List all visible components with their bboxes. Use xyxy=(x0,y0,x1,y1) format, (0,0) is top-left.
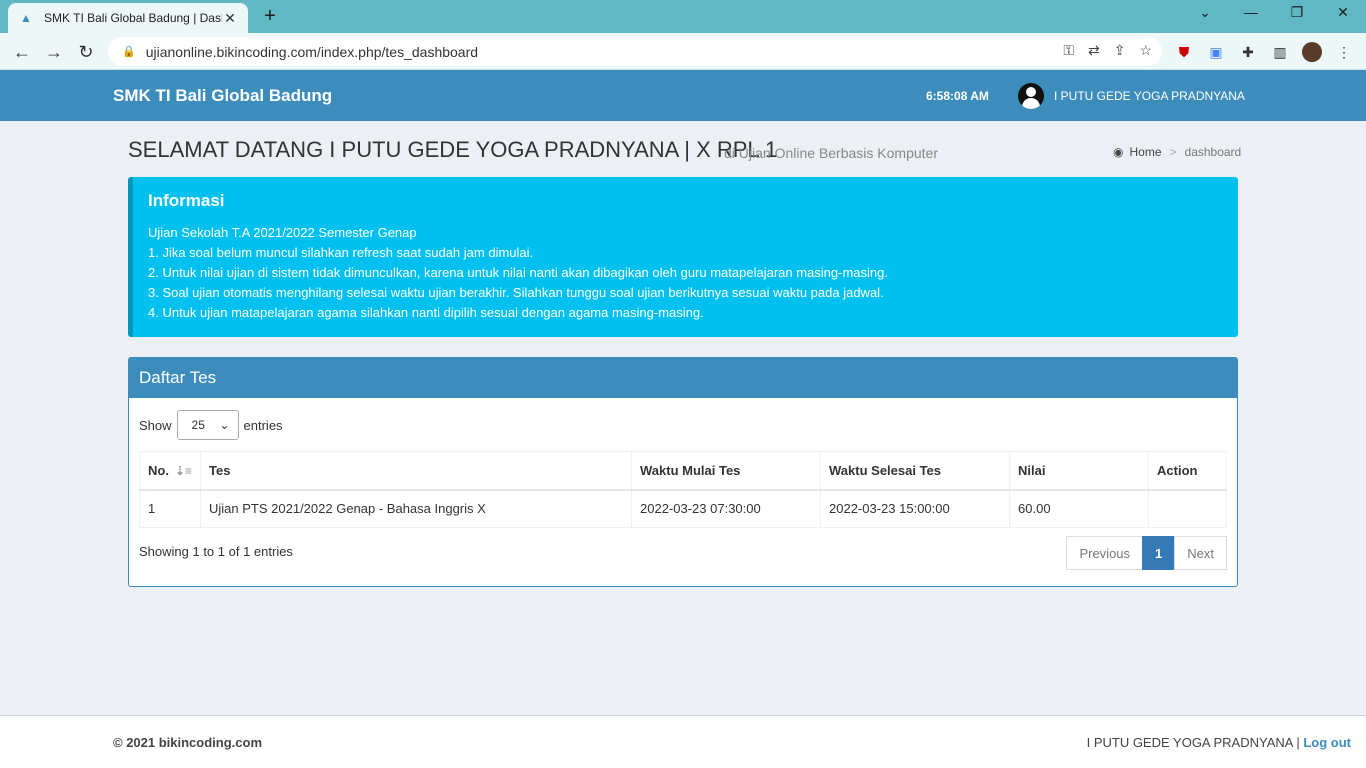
back-icon[interactable]: ← xyxy=(9,39,35,65)
new-tab-button[interactable]: + xyxy=(258,5,282,28)
next-page-button[interactable]: Next xyxy=(1174,536,1227,570)
info-line: 1. Jika soal belum muncul silahkan refre… xyxy=(148,245,534,260)
app-header: SMK TI Bali Global Badung 6:58:08 AM I P… xyxy=(0,70,1366,121)
translate-icon[interactable]: ⇄ xyxy=(1088,42,1100,59)
entries-label: entries xyxy=(243,417,283,433)
info-heading: Informasi xyxy=(148,191,225,210)
breadcrumb: ◉ Home > dashboard xyxy=(1113,145,1241,159)
table-header-row: No. ⇣≡ Tes Waktu Mulai Tes Waktu Selesai … xyxy=(138,451,1227,491)
cell-score: 60.00 xyxy=(1009,489,1150,528)
url-text[interactable]: ujianonline.bikincoding.com/index.php/te… xyxy=(146,44,478,60)
info-line: 3. Soal ujian otomatis menghilang selesa… xyxy=(148,285,884,300)
bookmark-star-icon[interactable]: ☆ xyxy=(1139,42,1152,59)
show-label: Show xyxy=(139,417,172,433)
info-callout: Informasi Ujian Sekolah T.A 2021/2022 Se… xyxy=(128,177,1238,337)
reload-icon[interactable]: ↻ xyxy=(73,39,99,65)
entries-select-value: 25 xyxy=(191,418,205,432)
page-title: SELAMAT DATANG I PUTU GEDE YOGA PRADNYAN… xyxy=(128,137,778,162)
footer-user-name: I PUTU GEDE YOGA PRADNYANA | xyxy=(1086,735,1300,750)
tab-search-icon[interactable]: ⌄ xyxy=(1182,4,1228,21)
test-list-box: Daftar Tes Show 25 ⌄ entries No. ⇣≡ Tes W… xyxy=(128,357,1238,587)
column-header-no[interactable]: No. ⇣≡ xyxy=(138,451,202,491)
tab-title: SMK TI Bali Global Badung | Dash xyxy=(44,11,222,25)
profile-avatar[interactable] xyxy=(1302,42,1322,62)
cell-start-time: 2022-03-23 07:30:00 xyxy=(631,489,822,528)
ublock-icon[interactable]: ⛊ xyxy=(1174,42,1194,62)
copyright: © 2021 bikincoding.com xyxy=(113,735,263,750)
pagination: Previous 1 Next xyxy=(1066,536,1227,570)
logout-link[interactable]: Log out xyxy=(1303,735,1351,750)
user-avatar[interactable] xyxy=(1018,83,1044,109)
breadcrumb-current: dashboard xyxy=(1184,145,1242,159)
user-menu-name[interactable]: I PUTU GEDE YOGA PRADNYANA xyxy=(1054,89,1245,103)
table-row: 1 Ujian PTS 2021/2022 Genap - Bahasa Ing… xyxy=(138,489,1227,528)
show-entries-control: Show 25 ⌄ entries xyxy=(139,410,283,440)
side-panel-icon[interactable]: ▥ xyxy=(1270,42,1290,62)
footer-user: I PUTU GEDE YOGA PRADNYANA | Log out xyxy=(1087,735,1351,750)
minimize-button[interactable]: — xyxy=(1228,4,1274,20)
column-header-tes[interactable]: Tes xyxy=(200,451,633,491)
footer: © 2021 bikincoding.com I PUTU GEDE YOGA … xyxy=(0,715,1366,768)
table-info: Showing 1 to 1 of 1 entries xyxy=(139,544,293,559)
cell-no: 1 xyxy=(138,489,202,528)
browser-toolbar: ← → ↻ 🔒 ujianonline.bikincoding.com/inde… xyxy=(0,33,1366,70)
page-button-1[interactable]: 1 xyxy=(1142,536,1176,570)
share-icon[interactable]: ⇪ xyxy=(1114,42,1126,59)
sort-icon[interactable]: ⇣≡ xyxy=(175,464,192,478)
test-table: No. ⇣≡ Tes Waktu Mulai Tes Waktu Selesai … xyxy=(138,451,1227,528)
cell-end-time: 2022-03-23 15:00:00 xyxy=(820,489,1011,528)
column-header-end[interactable]: Waktu Selesai Tes xyxy=(820,451,1011,491)
column-header-action[interactable]: Action xyxy=(1148,451,1227,491)
google-translate-icon[interactable]: ▣ xyxy=(1206,42,1226,62)
breadcrumb-separator: > xyxy=(1169,145,1177,159)
extensions-icon[interactable]: ✚ xyxy=(1238,42,1258,62)
close-tab-icon[interactable]: ✕ xyxy=(222,10,238,27)
key-icon[interactable]: ⚿ xyxy=(1063,42,1074,59)
clock: 6:58:08 AM xyxy=(926,89,989,103)
forward-icon[interactable]: → xyxy=(41,39,67,65)
cell-test-name: Ujian PTS 2021/2022 Genap - Bahasa Inggr… xyxy=(200,489,633,528)
info-line: 2. Untuk nilai ujian di sistem tidak dim… xyxy=(148,265,888,280)
chevron-down-icon: ⌄ xyxy=(219,418,230,432)
page-subtitle: di Ujian Online Berbasis Komputer xyxy=(724,145,938,161)
info-line: 4. Untuk ujian matapelajaran agama silah… xyxy=(148,305,704,320)
info-line: Ujian Sekolah T.A 2021/2022 Semester Gen… xyxy=(148,225,417,240)
cell-action xyxy=(1148,489,1227,528)
box-title: Daftar Tes xyxy=(129,358,1237,398)
menu-kebab-icon[interactable]: ⋮ xyxy=(1334,42,1354,62)
lock-icon[interactable]: 🔒 xyxy=(122,45,136,58)
dashboard-icon: ◉ xyxy=(1113,145,1124,159)
previous-page-button[interactable]: Previous xyxy=(1066,536,1144,570)
entries-select[interactable]: 25 ⌄ xyxy=(176,410,239,440)
column-header-start[interactable]: Waktu Mulai Tes xyxy=(631,451,822,491)
column-header-score[interactable]: Nilai xyxy=(1009,451,1150,491)
brand-logo-text[interactable]: SMK TI Bali Global Badung xyxy=(113,86,332,106)
breadcrumb-home[interactable]: Home xyxy=(1129,145,1161,159)
close-window-button[interactable]: ✕ xyxy=(1320,4,1366,21)
site-favicon-icon: ▲ xyxy=(20,11,32,25)
address-bar[interactable]: 🔒 ujianonline.bikincoding.com/index.php/… xyxy=(108,37,1162,66)
restore-button[interactable]: ❐ xyxy=(1274,4,1320,21)
browser-tabbar: ▲ SMK TI Bali Global Badung | Dash ✕ + ⌄… xyxy=(0,0,1366,33)
browser-tab[interactable]: ▲ SMK TI Bali Global Badung | Dash ✕ xyxy=(8,3,248,33)
